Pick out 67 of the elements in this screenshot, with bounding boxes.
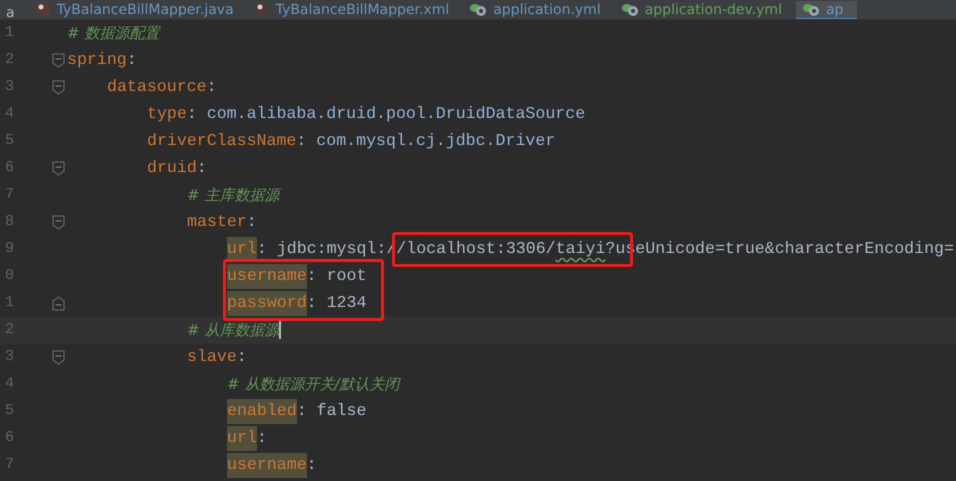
yaml-key: spring xyxy=(67,48,127,73)
colon: : xyxy=(206,76,217,98)
line-number: 8 xyxy=(4,212,14,232)
colon: : xyxy=(296,400,308,422)
yaml-key: password xyxy=(227,291,307,316)
yaml-value: ? xyxy=(605,238,616,260)
yaml-key: driverClassName xyxy=(147,129,296,154)
yaml-value: 1234 xyxy=(326,292,366,314)
line-number: 4 xyxy=(4,374,14,394)
yaml-key: datasource xyxy=(107,75,207,100)
yaml-value: com.mysql.cj.jdbc.Driver xyxy=(316,130,556,152)
line-number: 1 xyxy=(4,293,14,314)
editor-tab[interactable]: ap xyxy=(796,1,858,19)
line-number: 6 xyxy=(4,158,14,178)
editor-tab[interactable]: TyBalanceBillMapper.xml xyxy=(248,1,464,19)
colon: : xyxy=(126,49,137,72)
line-number: 2 xyxy=(4,50,14,70)
colon: : xyxy=(256,427,267,450)
line-number: 4 xyxy=(4,104,14,124)
line-number: 5 xyxy=(4,131,14,152)
yaml-key: druid xyxy=(147,156,197,181)
line-number: 6 xyxy=(4,428,14,448)
line-number: 3 xyxy=(4,77,14,98)
editor-tab[interactable]: application-dev.yml xyxy=(614,1,796,19)
yaml-value: taiyi xyxy=(556,238,606,260)
line-number: 7 xyxy=(4,185,14,206)
colon: : xyxy=(306,292,318,314)
yaml-key: username xyxy=(227,264,307,289)
colon: : xyxy=(306,265,318,288)
fold-icon[interactable] xyxy=(52,296,65,311)
leaf-gear-icon xyxy=(802,1,820,17)
file-icon xyxy=(254,1,270,17)
yaml-value: root xyxy=(326,265,366,288)
colon: : xyxy=(246,211,257,234)
fold-icon[interactable] xyxy=(52,350,65,365)
fold-icon[interactable] xyxy=(52,80,65,95)
file-icon xyxy=(34,1,51,17)
editor-tab[interactable]: TyBalanceBillMapper.java xyxy=(28,1,248,19)
yaml-key: master xyxy=(187,210,247,235)
line-number: 9 xyxy=(4,239,14,260)
colon: : xyxy=(256,238,268,260)
yaml-value: false xyxy=(316,400,366,422)
yaml-key: url xyxy=(227,426,257,451)
yaml-key: type xyxy=(147,102,187,127)
colon: : xyxy=(186,103,198,126)
code-comment: # 从数据源开关/默认关闭 xyxy=(227,374,400,396)
yaml-key: slave xyxy=(187,345,237,370)
yaml-value: /localhost:3306/ xyxy=(396,238,556,260)
code-comment: # 数据源配置 xyxy=(67,23,160,44)
fold-icon[interactable] xyxy=(52,215,65,230)
colon: : xyxy=(196,157,207,180)
colon: : xyxy=(236,346,247,368)
line-number: 0 xyxy=(4,266,14,286)
yaml-key: username xyxy=(227,453,307,478)
line-number: 5 xyxy=(4,401,14,422)
editor-tab[interactable]: a xyxy=(0,4,29,19)
colon: : xyxy=(296,130,308,152)
line-number: 3 xyxy=(4,347,14,368)
yaml-value: com.alibaba.druid.pool.DruidDataSource xyxy=(206,103,586,126)
code-comment: # 主库数据源 xyxy=(187,184,280,207)
editor-tab[interactable]: application.yml xyxy=(463,1,615,19)
line-number: 1 xyxy=(4,23,14,44)
fold-icon[interactable] xyxy=(52,53,65,68)
colon: : xyxy=(306,454,317,476)
fold-icon[interactable] xyxy=(52,161,65,176)
yaml-key: enabled xyxy=(227,399,297,424)
line-number: 7 xyxy=(4,455,14,476)
